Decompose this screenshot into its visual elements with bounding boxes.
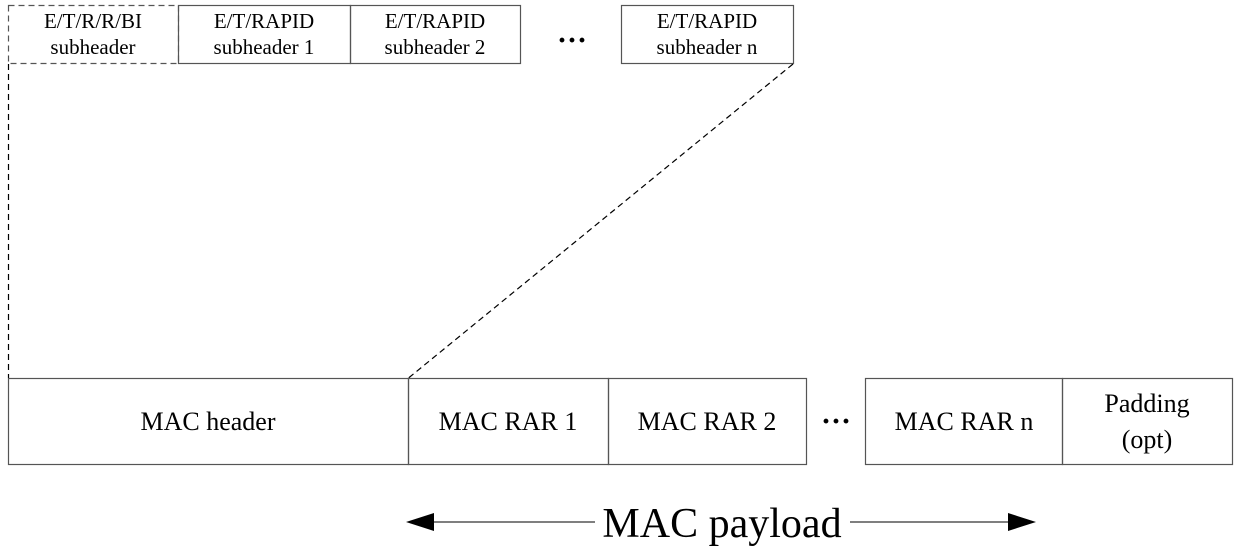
subheader-line2: subheader: [50, 35, 135, 59]
subheader-bi: E/T/R/R/BI subheader: [7, 4, 180, 65]
subheader-line2: subheader n: [657, 35, 758, 59]
arrow-right-head: [1008, 513, 1036, 531]
arrow-left-head: [406, 513, 434, 531]
subheader-rapid-2: E/T/RAPID subheader 2: [349, 4, 522, 65]
pdu-field-label: MAC RAR 1: [439, 407, 578, 436]
subheader-line1: E/T/RAPID: [657, 9, 757, 33]
subheader-rapid-1: E/T/RAPID subheader 1: [177, 4, 352, 65]
subheader-line2: subheader 1: [214, 35, 315, 59]
payload-span-arrow: MAC payload: [406, 501, 1036, 547]
subheader-rapid-n: E/T/RAPID subheader n: [620, 4, 795, 65]
pdu-field-label: MAC RAR 2: [638, 407, 777, 436]
subheader-line1: E/T/RAPID: [385, 9, 485, 33]
subheader-row: E/T/R/R/BI subheader E/T/RAPID subheader…: [7, 4, 795, 65]
subheader-ellipsis: ···: [557, 24, 587, 57]
mac-pdu-diagram: E/T/R/R/BI subheader E/T/RAPID subheader…: [7, 4, 1234, 547]
connector-right-dashed: [408, 63, 794, 379]
subheader-line2: subheader 2: [385, 35, 486, 59]
pdu-field-label-line1: Padding: [1104, 389, 1189, 418]
pdu-field-label: MAC header: [140, 407, 275, 436]
subheader-line1: E/T/R/R/BI: [44, 9, 142, 33]
mac-pdu-row: MAC header MAC RAR 1 MAC RAR 2 ··· MAC R…: [7, 377, 1234, 466]
payload-label: MAC payload: [602, 501, 841, 547]
pdu-ellipsis: ···: [821, 405, 851, 438]
subheader-line1: E/T/RAPID: [214, 9, 314, 33]
pdu-field-label: MAC RAR n: [895, 407, 1034, 436]
pdu-field-label-line2: (opt): [1122, 425, 1173, 454]
